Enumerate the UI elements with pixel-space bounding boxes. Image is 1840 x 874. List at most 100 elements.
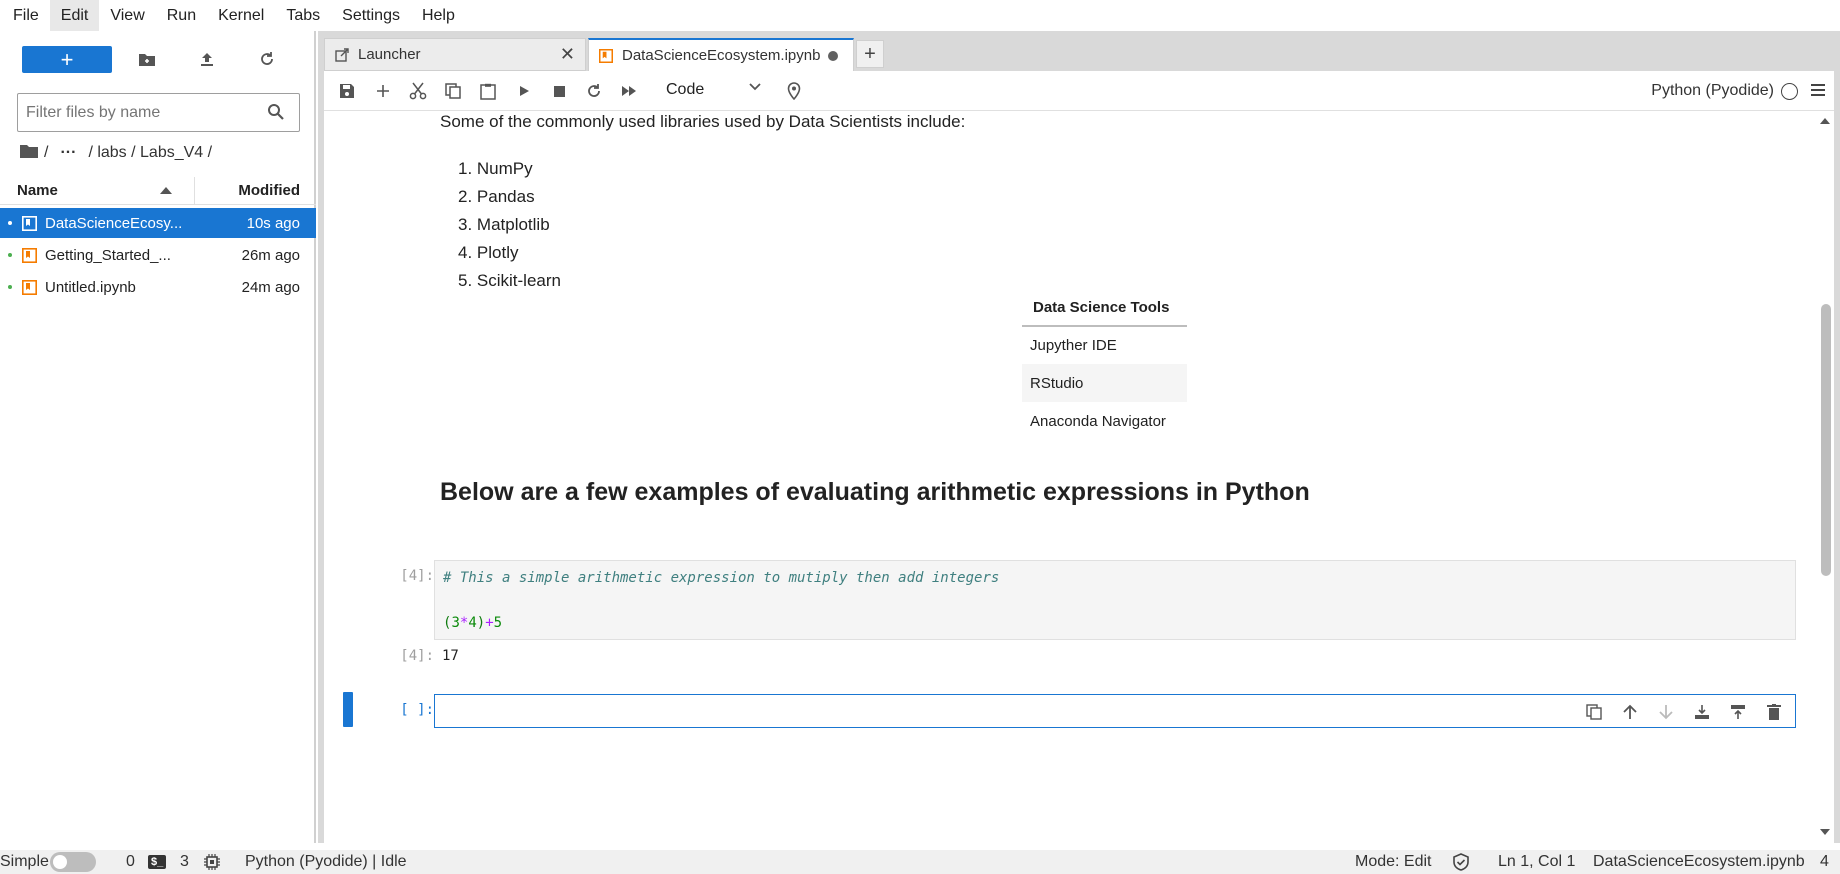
notebook-icon — [599, 48, 613, 63]
insert-above-icon[interactable] — [1727, 701, 1749, 723]
menu-settings[interactable]: Settings — [331, 0, 411, 31]
kernel-name[interactable]: Python (Pyodide) — [1651, 82, 1774, 100]
tab-launcher[interactable]: Launcher ✕ — [324, 38, 586, 71]
insert-below-icon[interactable] — [1691, 701, 1713, 723]
file-row[interactable]: Getting_Started_... 26m ago — [0, 240, 316, 270]
delete-cell-icon[interactable] — [1763, 701, 1785, 723]
file-filter-box — [17, 93, 300, 132]
name-column-header[interactable]: Name — [0, 176, 195, 205]
notebook-icon — [21, 279, 37, 295]
file-modified: 26m ago — [241, 246, 300, 264]
current-file-name[interactable]: DataScienceEcosystem.ipynb — [1593, 852, 1805, 872]
scroll-thumb[interactable] — [1821, 304, 1831, 576]
toggle-switch[interactable] — [50, 852, 96, 872]
move-up-icon[interactable] — [1619, 701, 1641, 723]
copy-icon[interactable] — [442, 80, 464, 102]
breadcrumb: / ··· / labs / Labs_V4 / — [20, 141, 212, 165]
kernel-status[interactable]: Python (Pyodide) | Idle — [245, 852, 407, 872]
active-code-cell-editor[interactable] — [434, 694, 1796, 728]
cell-type-select[interactable]: Code — [666, 81, 704, 99]
kernel-status-icon — [1781, 83, 1798, 100]
file-row[interactable]: DataScienceEcosy... 10s ago — [0, 208, 316, 238]
file-modified: 24m ago — [241, 278, 300, 296]
stop-icon[interactable] — [548, 80, 570, 102]
notebook-scrollbar[interactable] — [1818, 112, 1834, 843]
save-icon[interactable] — [336, 80, 358, 102]
notification-count[interactable]: 4 — [1820, 852, 1829, 872]
code-cell-editor[interactable]: # This a simple arithmetic expression to… — [434, 560, 1796, 640]
location-pin-icon[interactable] — [783, 80, 805, 102]
table-cell: RStudio — [1022, 364, 1187, 402]
list-item: 2. Pandas — [458, 187, 535, 206]
scroll-up-icon[interactable] — [1820, 118, 1830, 124]
scroll-down-icon[interactable] — [1820, 829, 1830, 835]
filter-files-input[interactable] — [26, 103, 256, 122]
folder-icon[interactable] — [20, 144, 38, 163]
notebook-panel: Code Python (Pyodide) Some of the common… — [324, 71, 1834, 843]
add-tab-button[interactable]: + — [856, 40, 884, 68]
file-row[interactable]: Untitled.ipynb 24m ago — [0, 272, 316, 302]
menu-run[interactable]: Run — [156, 0, 207, 31]
menu-file[interactable]: File — [2, 0, 50, 31]
duplicate-cell-icon[interactable] — [1583, 701, 1605, 723]
kernel-count[interactable]: 3 — [180, 852, 189, 872]
chevron-down-icon[interactable] — [748, 80, 762, 98]
shield-check-icon[interactable] — [1452, 852, 1470, 872]
file-name: Untitled.ipynb — [45, 278, 136, 296]
empty-prompt: [ ]: — [400, 702, 434, 718]
new-launcher-button[interactable]: + — [22, 46, 112, 73]
menu-icon[interactable] — [1810, 82, 1826, 102]
table-header: Data Science Tools — [1022, 290, 1187, 327]
terminal-icon[interactable]: $_ — [148, 852, 167, 872]
active-cell-indicator — [343, 692, 353, 727]
breadcrumb-path[interactable]: / labs / Labs_V4 / — [88, 144, 212, 162]
cpu-icon[interactable] — [204, 852, 220, 872]
notebook-content: Some of the commonly used libraries used… — [324, 112, 1834, 843]
move-down-icon[interactable] — [1655, 701, 1677, 723]
file-modified: 10s ago — [246, 214, 300, 232]
cursor-position[interactable]: Ln 1, Col 1 — [1498, 852, 1575, 872]
file-browser-sidebar: + / ··· / labs / Labs_V4 / Name Modified — [0, 31, 316, 843]
file-name: Getting_Started_... — [45, 246, 171, 264]
breadcrumb-root[interactable]: / — [44, 144, 48, 162]
restart-icon[interactable] — [583, 80, 605, 102]
fast-forward-icon[interactable] — [618, 80, 640, 102]
markdown-intro: Some of the commonly used libraries used… — [440, 112, 966, 131]
table-row: RStudio — [1022, 364, 1187, 402]
launcher-icon — [335, 47, 349, 62]
close-icon[interactable]: ✕ — [560, 44, 575, 65]
table-cell: Jupyther IDE — [1030, 337, 1117, 354]
running-indicator — [8, 285, 12, 289]
tab-notebook[interactable]: DataScienceEcosystem.ipynb — [588, 38, 854, 71]
menu-edit[interactable]: Edit — [49, 0, 100, 31]
modified-column-header[interactable]: Modified — [195, 182, 316, 199]
menu-kernel[interactable]: Kernel — [207, 0, 275, 31]
run-icon[interactable] — [513, 80, 535, 102]
refresh-icon[interactable] — [255, 47, 279, 71]
code-line: (3*4)+5 — [443, 615, 503, 631]
insert-cell-icon[interactable] — [372, 80, 394, 102]
menu-bar: File Edit View Run Kernel Tabs Settings … — [0, 0, 1840, 31]
input-prompt: [4]: — [400, 568, 434, 584]
menu-view[interactable]: View — [99, 0, 155, 31]
menu-help[interactable]: Help — [411, 0, 466, 31]
editor-mode[interactable]: Mode: Edit — [1355, 852, 1431, 872]
cell-output: 17 — [442, 648, 459, 664]
upload-icon[interactable] — [195, 47, 219, 71]
library-list: 1. NumPy 2. Pandas 3. Matplotlib 4. Plot… — [458, 155, 561, 295]
unsaved-indicator-icon[interactable] — [828, 50, 839, 61]
new-folder-icon[interactable] — [135, 47, 159, 71]
notebook-toolbar: Code Python (Pyodide) — [324, 71, 1834, 111]
list-item: 1. NumPy — [458, 159, 533, 178]
cut-icon[interactable] — [407, 80, 429, 102]
simple-mode-toggle[interactable] — [50, 852, 96, 872]
terminal-count[interactable]: 0 — [126, 852, 135, 872]
tab-label: DataScienceEcosystem.ipynb — [622, 47, 821, 64]
menu-tabs[interactable]: Tabs — [275, 0, 331, 31]
notebook-icon — [21, 247, 37, 263]
paste-icon[interactable] — [477, 80, 499, 102]
library-name: NumPy — [476, 159, 533, 178]
library-name: Scikit-learn — [476, 271, 561, 290]
breadcrumb-ellipsis[interactable]: ··· — [60, 144, 76, 162]
table-row: Anaconda Navigator — [1022, 402, 1187, 440]
